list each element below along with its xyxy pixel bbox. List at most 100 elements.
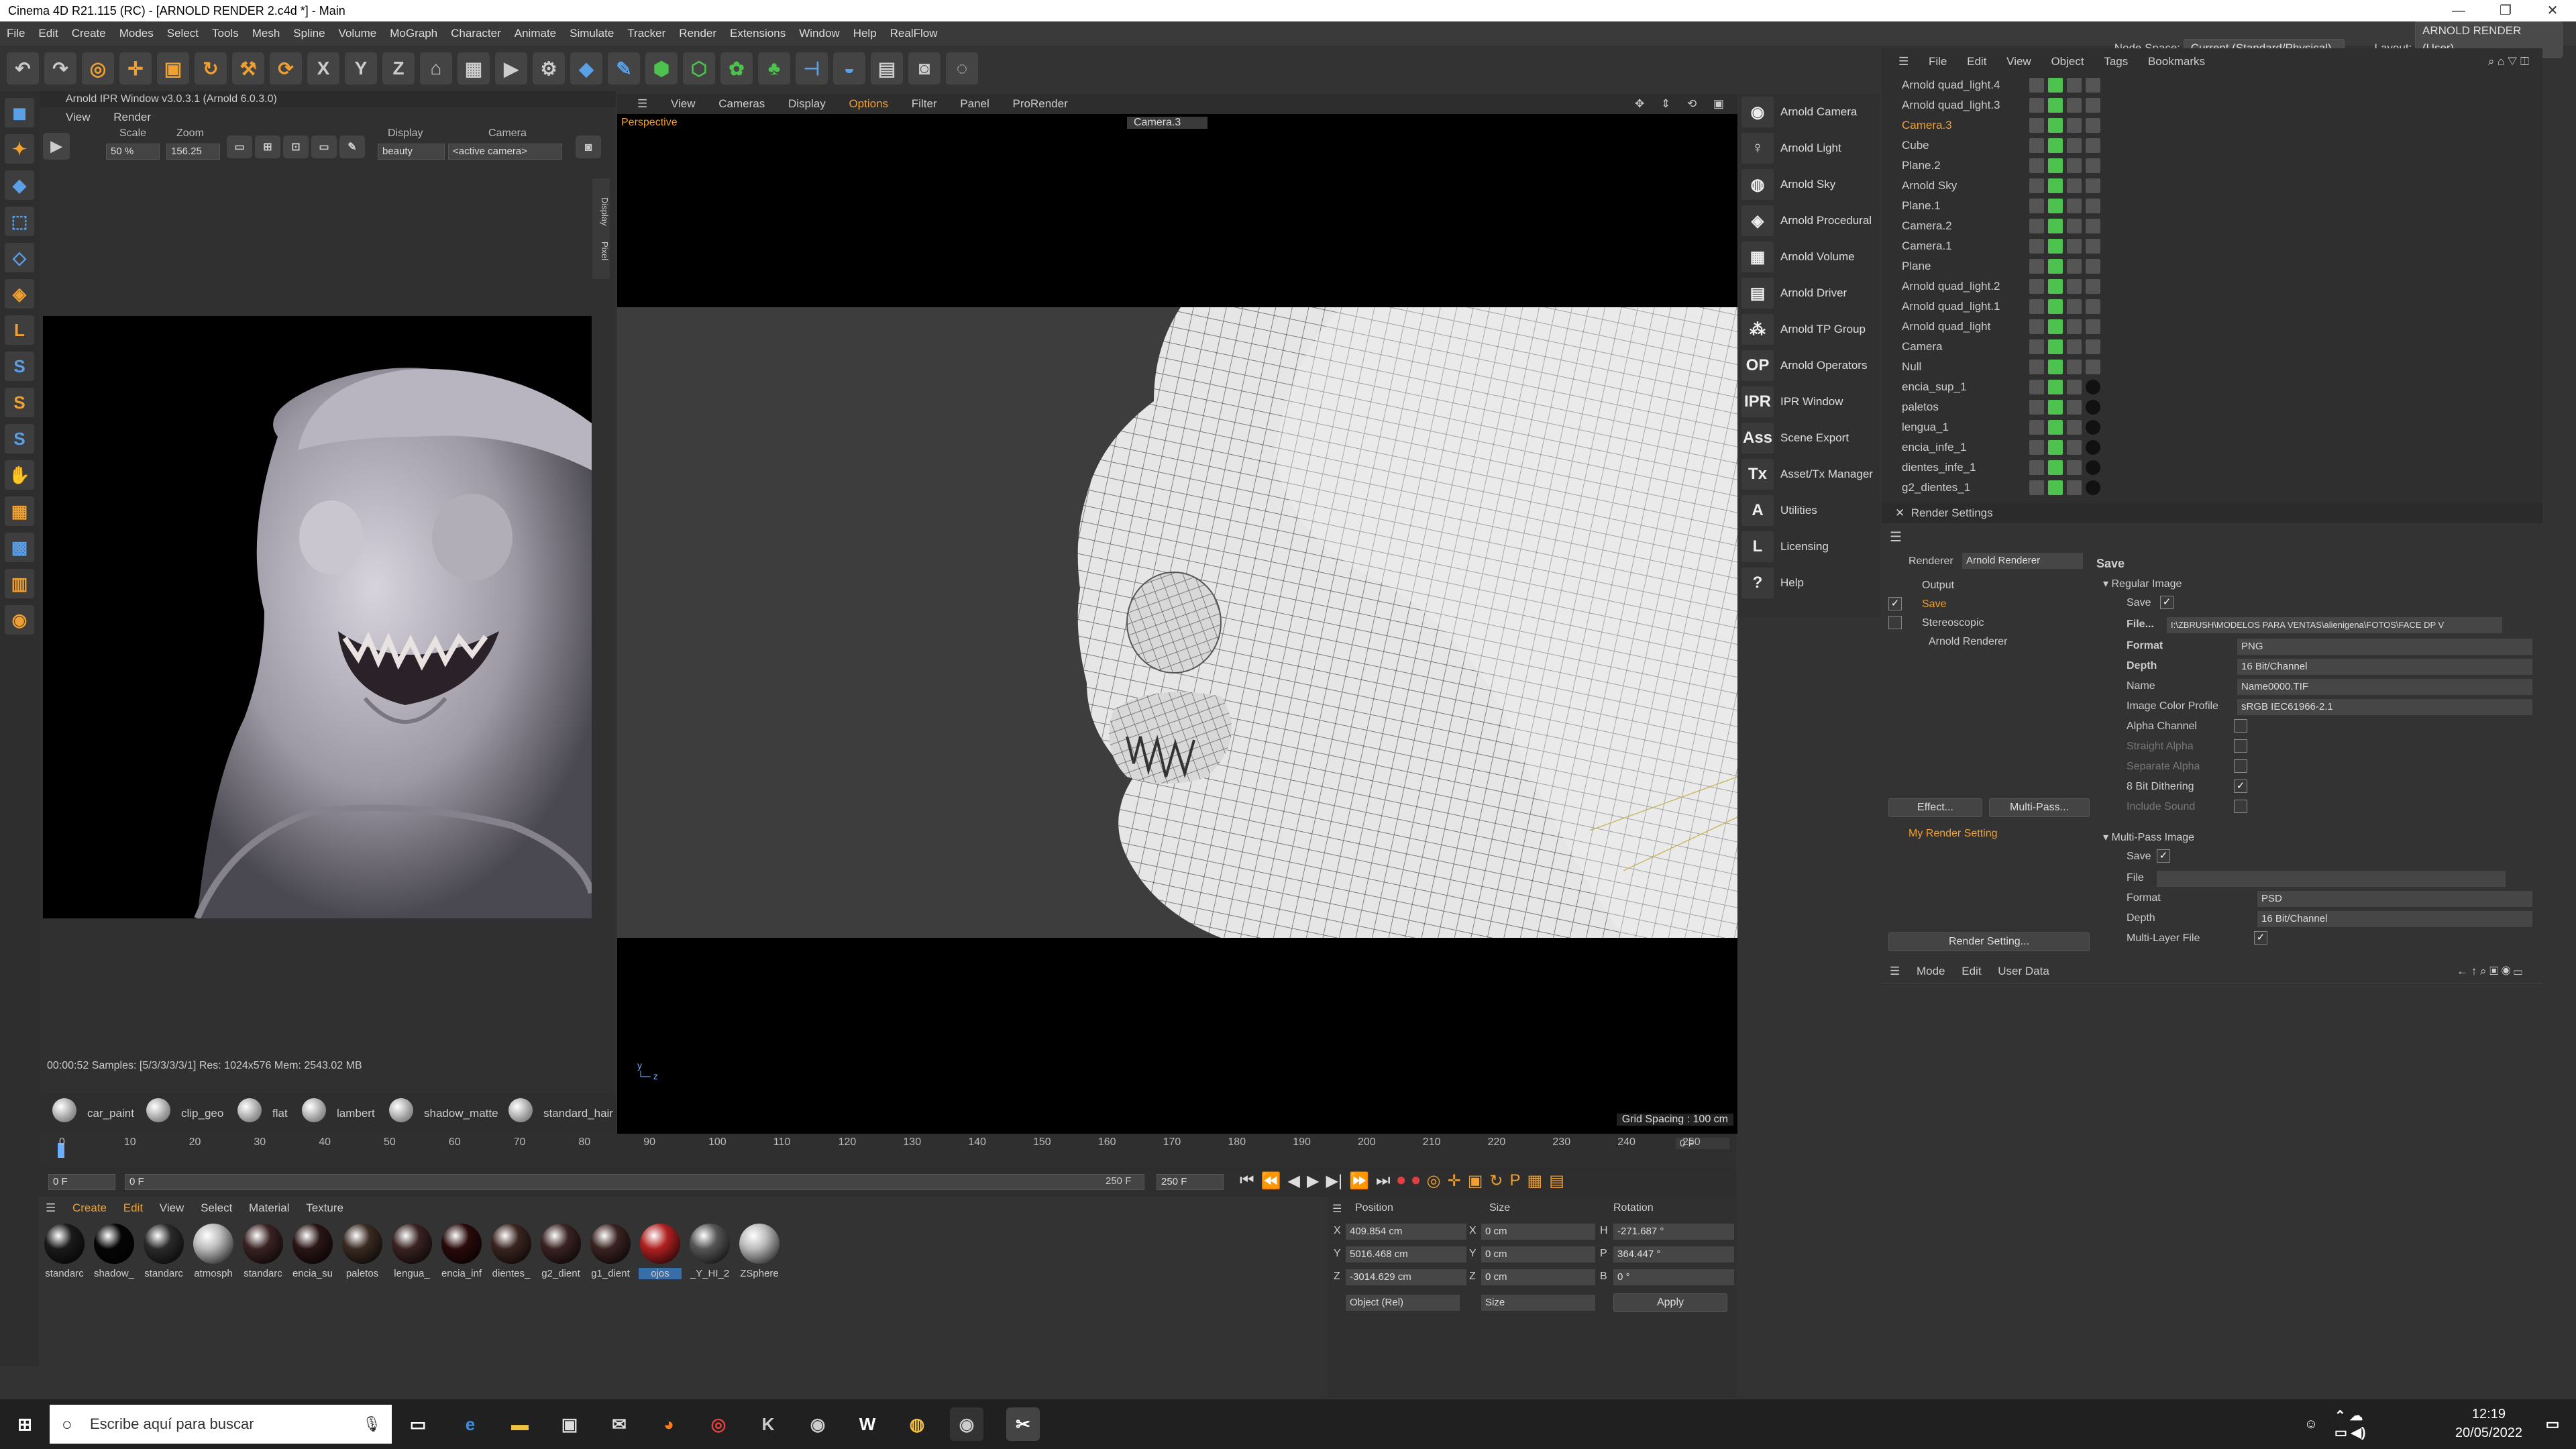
- rotation-h-field[interactable]: -271.687 °: [1613, 1224, 1734, 1240]
- tag-icon[interactable]: [2086, 460, 2100, 475]
- tag-icon[interactable]: [2086, 440, 2100, 455]
- make-editable-icon[interactable]: ◼: [5, 98, 34, 127]
- object-tags[interactable]: [2029, 279, 2100, 294]
- my-render-setting[interactable]: My Render Setting: [1909, 828, 1998, 840]
- extrude-icon[interactable]: ⬡: [683, 52, 715, 85]
- last-frame-icon[interactable]: ⏭: [1376, 1171, 1391, 1191]
- floor-icon[interactable]: ▤: [871, 52, 903, 85]
- menu-file[interactable]: File: [0, 21, 32, 46]
- menu-volume[interactable]: Volume: [332, 21, 384, 46]
- view-icon-5[interactable]: ✎: [339, 136, 365, 158]
- viewport-camera-name[interactable]: Camera.3: [1127, 117, 1208, 129]
- start-frame-field[interactable]: 0 F: [48, 1174, 115, 1190]
- shader-clip-geo[interactable]: clip_geo: [181, 1100, 223, 1127]
- deformer-icon[interactable]: ♣: [758, 52, 790, 85]
- redo-icon[interactable]: ↷: [44, 52, 76, 85]
- close-button[interactable]: ✕: [2529, 0, 2576, 21]
- car-paint-icon[interactable]: [52, 1098, 76, 1122]
- tag-icon[interactable]: [2067, 440, 2082, 455]
- om-menu-tags[interactable]: Tags: [2104, 55, 2128, 68]
- position-key-icon[interactable]: ✛: [1448, 1171, 1461, 1191]
- object-row[interactable]: Plane: [1882, 256, 2542, 276]
- object-tags[interactable]: [2029, 178, 2100, 193]
- shader-lambert[interactable]: lambert: [337, 1100, 375, 1127]
- tag-icon[interactable]: [2086, 98, 2100, 113]
- store-icon[interactable]: ▣: [553, 1407, 586, 1441]
- z-axis-icon[interactable]: Z: [382, 52, 415, 85]
- mat-menu-create[interactable]: Create: [72, 1201, 107, 1214]
- object-tags[interactable]: [2029, 299, 2100, 314]
- task-view-icon[interactable]: ▭: [401, 1407, 435, 1441]
- arnold-shelf-item[interactable]: A Utilities: [1739, 492, 1880, 529]
- tag-icon[interactable]: [2086, 279, 2100, 294]
- mp-file-field[interactable]: [2157, 871, 2506, 887]
- rotate-icon[interactable]: ↻: [195, 52, 227, 85]
- cube-icon[interactable]: ◆: [570, 52, 602, 85]
- rs-tree-arnold[interactable]: Arnold Renderer: [1929, 636, 2007, 648]
- perspective-viewport[interactable]: ☰ View Cameras Display Options Filter Pa…: [617, 94, 1737, 1134]
- viewport-menu-icon[interactable]: ☰: [637, 97, 647, 110]
- timeline-window-icon[interactable]: ▤: [1549, 1171, 1564, 1191]
- mat-menu-edit[interactable]: Edit: [123, 1201, 143, 1214]
- om-menu-file[interactable]: File: [1929, 55, 1947, 68]
- menu-character[interactable]: Character: [444, 21, 508, 46]
- material-slot[interactable]: dientes_: [490, 1224, 533, 1284]
- minimize-button[interactable]: —: [2435, 0, 2482, 21]
- tag-icon[interactable]: [2067, 118, 2082, 133]
- menu-mograph[interactable]: MoGraph: [383, 21, 444, 46]
- object-row[interactable]: Plane.2: [1882, 156, 2542, 176]
- object-row[interactable]: Camera.3: [1882, 115, 2542, 136]
- y-axis-icon[interactable]: Y: [345, 52, 377, 85]
- object-row[interactable]: Plane.1: [1882, 196, 2542, 216]
- x-axis-icon[interactable]: X: [307, 52, 339, 85]
- tag-icon[interactable]: [2048, 118, 2063, 133]
- file-explorer-icon[interactable]: ▬: [503, 1407, 537, 1441]
- coordinate-system-icon[interactable]: ⌂: [420, 52, 452, 85]
- firefox-icon[interactable]: ◕: [652, 1407, 686, 1441]
- side-tab-display[interactable]: Display: [600, 197, 610, 226]
- scale-field[interactable]: 50 %: [106, 144, 160, 160]
- tag-icon[interactable]: [2048, 98, 2063, 113]
- grid-icon[interactable]: ▩: [5, 533, 34, 562]
- om-menu-edit[interactable]: Edit: [1967, 55, 1986, 68]
- pla-key-icon[interactable]: ▦: [1527, 1171, 1543, 1191]
- tag-icon[interactable]: [2048, 138, 2063, 153]
- tag-icon[interactable]: [2029, 239, 2044, 254]
- mat-menu-select[interactable]: Select: [201, 1201, 232, 1214]
- material-slot[interactable]: encia_su: [291, 1224, 334, 1284]
- object-row[interactable]: Camera.1: [1882, 236, 2542, 256]
- ipr-menu-render[interactable]: Render: [113, 111, 151, 123]
- object-row[interactable]: Arnold quad_light.1: [1882, 297, 2542, 317]
- end-frame-field[interactable]: 250 F: [1157, 1174, 1224, 1190]
- arnold-shelf-item[interactable]: ▤ Arnold Driver: [1739, 275, 1880, 311]
- render-setting-button[interactable]: Render Setting...: [1888, 932, 2090, 951]
- object-tags[interactable]: [2029, 78, 2100, 93]
- prev-key-icon[interactable]: ⏪: [1261, 1171, 1281, 1191]
- coord-mode-dropdown[interactable]: Object (Rel): [1346, 1295, 1460, 1311]
- tag-icon[interactable]: [2029, 158, 2044, 173]
- rotation-b-field[interactable]: 0 °: [1613, 1269, 1734, 1285]
- shader-standard-hair[interactable]: standard_hair: [543, 1100, 613, 1127]
- vp-menu-panel[interactable]: Panel: [960, 97, 989, 110]
- vp-menu-cameras[interactable]: Cameras: [718, 97, 765, 110]
- coord-menu-icon[interactable]: ☰: [1332, 1202, 1342, 1216]
- object-tags[interactable]: [2029, 420, 2100, 435]
- rs-tree-save[interactable]: Save: [1922, 598, 1946, 610]
- tag-icon[interactable]: [2067, 158, 2082, 173]
- tag-icon[interactable]: [2048, 279, 2063, 294]
- app-icon[interactable]: ◎: [702, 1407, 735, 1441]
- dithering-checkbox[interactable]: ✓: [2234, 780, 2247, 793]
- arnold-shelf-item[interactable]: ◈ Arnold Procedural: [1739, 203, 1880, 239]
- arnold-shelf-item[interactable]: ▦ Arnold Volume: [1739, 239, 1880, 275]
- shader-flat[interactable]: flat: [272, 1100, 288, 1127]
- material-slot[interactable]: encia_inf: [440, 1224, 483, 1284]
- mp-format-dropdown[interactable]: PSD: [2257, 891, 2532, 907]
- object-tags[interactable]: [2029, 138, 2100, 153]
- position-x-field[interactable]: 409.854 cm: [1346, 1224, 1466, 1240]
- mat-menu-texture[interactable]: Texture: [306, 1201, 343, 1214]
- tag-icon[interactable]: [2086, 219, 2100, 233]
- rotation-key-icon[interactable]: ↻: [1489, 1171, 1503, 1191]
- tag-icon[interactable]: [2048, 158, 2063, 173]
- rs-menu-icon[interactable]: ☰: [1890, 529, 1902, 545]
- tag-icon[interactable]: [2029, 440, 2044, 455]
